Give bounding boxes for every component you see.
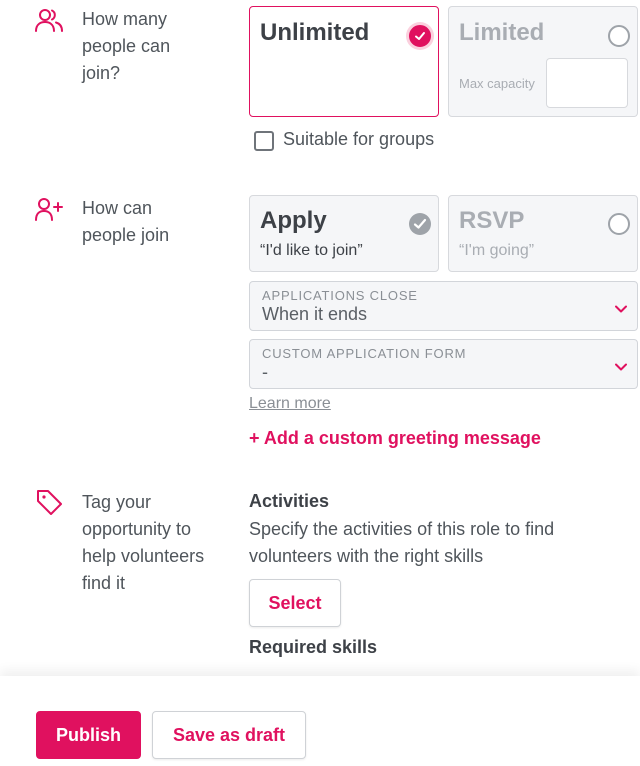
custom-form-label: CUSTOM APPLICATION FORM [262,346,467,361]
chevron-down-icon [615,358,627,376]
applications-close-label: APPLICATIONS CLOSE [262,288,418,303]
limited-option-card[interactable]: Limited Max capacity [448,6,638,117]
apply-option-subtitle: “I'd like to join” [260,242,363,259]
unlimited-option-title: Unlimited [260,19,370,46]
unlimited-option-card[interactable]: Unlimited [249,6,439,117]
limited-radio [608,25,630,47]
groups-checkbox[interactable] [254,131,274,151]
tag-icon [34,487,64,517]
limited-option-title: Limited [459,19,545,46]
custom-form-select[interactable]: CUSTOM APPLICATION FORM - [249,339,638,389]
capacity-question: How many people can join? [82,9,171,83]
check-icon [409,213,431,235]
rsvp-radio [608,213,630,235]
rsvp-option-title: RSVP [459,207,525,234]
user-plus-icon [34,195,64,225]
required-skills-heading: Required skills [249,637,378,657]
select-activities-button[interactable]: Select [249,579,341,627]
add-greeting-link[interactable]: + Add a custom greeting message [249,428,541,449]
max-capacity-label: Max capacity [459,76,535,91]
action-footer: Publish Save as draft [0,676,640,766]
publish-button[interactable]: Publish [36,711,141,759]
groups-checkbox-label: Suitable for groups [283,129,435,149]
applications-close-select[interactable]: APPLICATIONS CLOSE When it ends [249,281,638,331]
activities-description: Specify the activities of this role to f… [249,519,555,566]
check-icon [409,25,431,47]
users-icon [34,6,64,36]
learn-more-link[interactable]: Learn more [249,395,331,413]
max-capacity-input[interactable] [546,58,628,108]
apply-option-card[interactable]: Apply “I'd like to join” [249,195,439,272]
apply-option-title: Apply [260,207,327,234]
custom-form-value: - [262,362,268,382]
save-draft-button[interactable]: Save as draft [152,711,306,759]
rsvp-option-card[interactable]: RSVP “I'm going” [448,195,638,272]
tags-question: Tag your opportunity to help volunteers … [82,492,205,593]
join-method-question: How can people join [82,198,170,245]
applications-close-value: When it ends [262,304,368,324]
chevron-down-icon [615,300,627,318]
rsvp-option-subtitle: “I'm going” [459,242,535,259]
activities-heading: Activities [249,491,330,511]
